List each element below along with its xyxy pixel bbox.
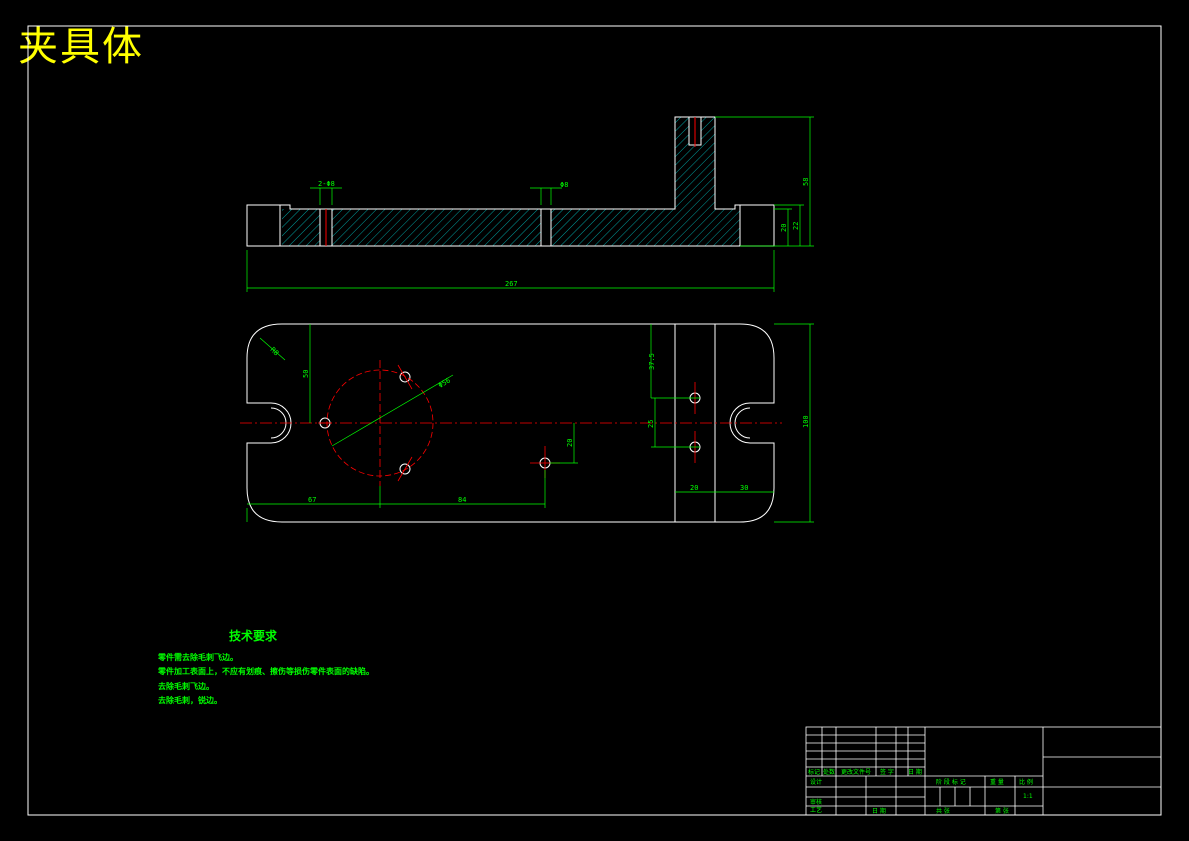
dim-phi56: Φ56	[437, 376, 452, 389]
tb-label-4: 日 期	[908, 768, 922, 776]
tb-label-3: 签 字	[880, 768, 894, 776]
front-view: 2-Φ8 Φ8 267 58 22 20	[246, 116, 814, 292]
dim-2-phi8: 2-Φ8	[318, 180, 335, 188]
plan-view: R8 50 Φ56 37.5 25 20 67 84 20 30 100	[240, 323, 814, 523]
dim-267: 267	[505, 280, 518, 288]
title-block-labels: 标记 处数 更改文件号 签 字 日 期 设计 审核 工艺 日 期 阶 段 标 记…	[808, 768, 1033, 815]
tb-label-9: 阶 段 标 记	[936, 778, 966, 786]
cad-drawing: 2-Φ8 Φ8 267 58 22 20 R8 50 Φ56 37.5 25 2…	[27, 25, 1162, 816]
tech-item-4: 去除毛刺，锐边。	[158, 696, 222, 705]
tech-item-1: 零件需去除毛刺飞边。	[158, 653, 238, 662]
tb-label-7: 工艺	[810, 806, 822, 814]
tb-label-13: 共 张	[936, 807, 950, 815]
tb-label-10: 重 量	[990, 778, 1004, 786]
tech-requirements-heading: 技术要求	[229, 629, 278, 643]
dim-20-plan: 20	[566, 439, 574, 447]
tb-label-14: 第 张	[995, 807, 1009, 815]
dim-30-width: 30	[740, 484, 748, 492]
tb-label-0: 标记	[808, 768, 820, 776]
tech-item-2: 零件加工表面上，不应有划痕、擦伤等损伤零件表面的缺陷。	[158, 667, 374, 676]
tb-label-8: 日 期	[872, 807, 886, 815]
dim-100: 100	[802, 415, 810, 428]
dim-phi8: Φ8	[560, 181, 568, 189]
dim-84: 84	[458, 496, 466, 504]
dim-50: 50	[302, 370, 310, 378]
tb-label-1: 处数	[823, 768, 835, 776]
dim-37-5: 37.5	[648, 353, 656, 370]
tech-item-3: 去除毛刺飞边。	[158, 682, 214, 691]
tb-label-12: 1:1	[1023, 793, 1033, 800]
dim-20-width: 20	[690, 484, 698, 492]
section-hole-mid	[540, 208, 552, 247]
dim-20: 20	[780, 224, 788, 232]
section-hatch	[282, 117, 740, 246]
tb-label-6: 审核	[810, 798, 822, 806]
tb-label-5: 设计	[810, 778, 822, 786]
dim-67: 67	[308, 496, 316, 504]
dim-22: 22	[792, 222, 800, 230]
tb-label-2: 更改文件号	[841, 768, 871, 776]
dim-25: 25	[647, 420, 655, 428]
dim-58: 58	[802, 178, 810, 186]
tb-label-11: 比 例	[1019, 778, 1033, 786]
